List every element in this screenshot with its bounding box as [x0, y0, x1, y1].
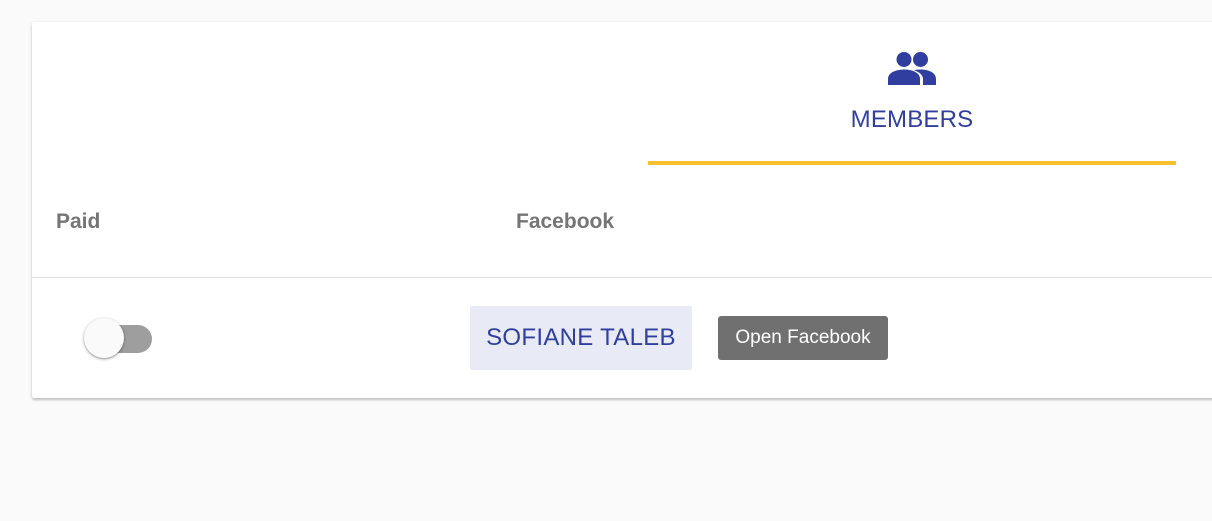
- column-header-facebook: Facebook: [516, 210, 615, 233]
- open-facebook-button[interactable]: Open Facebook: [718, 316, 888, 360]
- tab-members-label: MEMBERS: [850, 106, 974, 133]
- tab-indicator: [648, 161, 1176, 165]
- header-divider: [32, 277, 1212, 278]
- member-name-button[interactable]: SOFIANE TALEB: [470, 306, 692, 370]
- tab-members[interactable]: MEMBERS: [648, 22, 1176, 165]
- members-card: MEMBERS Paid Facebook SOFIANE TALEB Open…: [32, 22, 1212, 398]
- column-header-paid: Paid: [56, 210, 101, 233]
- people-icon: [888, 52, 936, 85]
- paid-toggle-thumb: [84, 318, 124, 358]
- paid-toggle[interactable]: [84, 318, 154, 360]
